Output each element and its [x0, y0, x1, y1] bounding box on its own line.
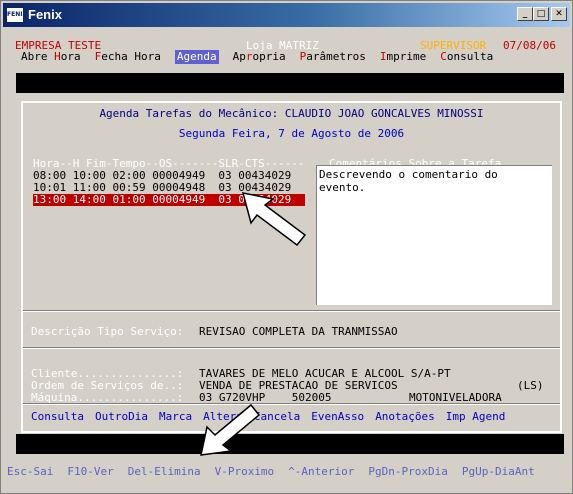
status-bar-top [16, 73, 564, 93]
title-bar[interactable]: FENIX Fenix _ □ ✕ [3, 3, 570, 27]
close-button[interactable]: ✕ [551, 7, 567, 21]
fkey-del-elimina[interactable]: Del-Elimina [128, 465, 201, 478]
agenda-title: Agenda Tarefas do Mecânico: CLAUDIO JOAO… [99, 107, 484, 120]
action-outrodia[interactable]: OutroDia [95, 410, 148, 423]
fkey-f10-ver[interactable]: F10-Ver [67, 465, 113, 478]
action-marca[interactable]: Marca [159, 410, 192, 423]
menu-abre-hora[interactable]: Abre Hora [21, 50, 81, 64]
action-consulta[interactable]: Consulta [31, 410, 84, 423]
minimize-button[interactable]: _ [517, 7, 533, 21]
menu-consulta[interactable]: Consulta [440, 50, 493, 64]
status-bar-bottom [16, 434, 564, 454]
order-code: (LS) [517, 379, 544, 392]
menu-fecha-hora[interactable]: Fecha Hora [95, 50, 161, 64]
arrow-annotation-icon [241, 192, 307, 247]
menu-parametros[interactable]: Parâmetros [300, 50, 366, 64]
action-anotacoes[interactable]: Anotações [375, 410, 435, 423]
agenda-date: Segunda Feira, 7 de Agosto de 2006 [178, 127, 405, 140]
fkey-esc-sai[interactable]: Esc-Sai [7, 465, 53, 478]
menu-agenda[interactable]: Agenda [174, 50, 219, 64]
menu-imprime[interactable]: Imprime [380, 50, 426, 64]
current-date: 07/08/06 [503, 39, 556, 52]
app-window: FENIX Fenix _ □ ✕ EMPRESA TESTE Loja MAT… [0, 0, 573, 494]
window-title: Fenix [28, 7, 62, 22]
fkey-pgdn-proxdia[interactable]: PgDn-ProxDia [368, 465, 447, 478]
fkey-pgup-diaant[interactable]: PgUp-DiaAnt [462, 465, 535, 478]
divider [23, 310, 560, 312]
main-menu: Abre Hora Fecha Hora Agenda Apropria Par… [21, 50, 507, 64]
agenda-panel: Agenda Tarefas do Mecânico: CLAUDIO JOAO… [21, 101, 562, 433]
app-icon: FENIX [6, 7, 24, 23]
maximize-button[interactable]: □ [533, 7, 549, 21]
service-value: REVISAO COMPLETA DA TRANMISSAO [199, 325, 398, 338]
divider [23, 403, 560, 405]
action-imp-agend[interactable]: Imp Agend [446, 410, 506, 423]
divider [23, 347, 560, 349]
function-keys-bar: Esc-Sai F10-Ver Del-Elimina V-Proximo ^-… [7, 465, 549, 478]
fkey-v-proximo[interactable]: V-Proximo [215, 465, 275, 478]
action-bar: Consulta OutroDia Marca Altera Cancela E… [31, 410, 516, 423]
fkey-anterior[interactable]: ^-Anterior [288, 465, 354, 478]
action-evenasso[interactable]: EvenAsso [311, 410, 364, 423]
menu-apropria[interactable]: Apropria [233, 50, 286, 64]
terminal-area: EMPRESA TESTE Loja MATRIZ SUPERVISOR 07/… [5, 29, 568, 491]
comments-box[interactable]: Descrevendo o comentario do evento. [316, 165, 552, 305]
arrow-annotation-icon [200, 403, 261, 456]
service-label: Descrição Tipo Serviço: [31, 325, 184, 338]
